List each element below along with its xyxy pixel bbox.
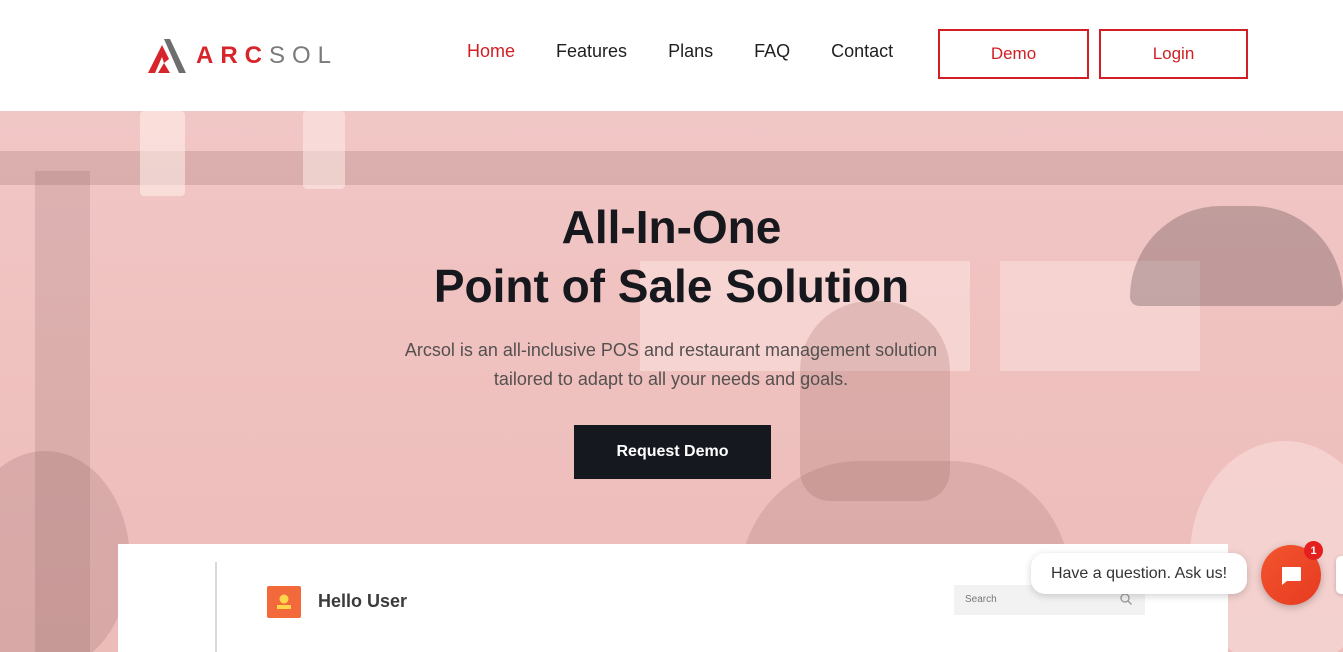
nav-home[interactable]: Home: [467, 41, 515, 62]
hero-title-line2: Point of Sale Solution: [433, 260, 910, 312]
nav-features[interactable]: Features: [556, 41, 627, 62]
login-button[interactable]: Login: [1099, 29, 1248, 79]
user-icon: [267, 586, 301, 618]
side-widget-tab[interactable]: [1336, 556, 1343, 594]
main-nav: Home Features Plans FAQ Contact: [467, 41, 934, 62]
search-icon: [1119, 592, 1133, 611]
brand-wordmark-red: ARC: [196, 42, 269, 69]
chat-prompt-bubble[interactable]: Have a question. Ask us!: [1031, 553, 1247, 594]
brand-wordmark: ARC SOL: [196, 42, 338, 70]
hero-subtitle: Arcsol is an all-inclusive POS and resta…: [321, 336, 1021, 394]
brand-wordmark-gray: SOL: [269, 42, 339, 69]
request-demo-button[interactable]: Request Demo: [574, 425, 771, 479]
chat-icon: [1282, 567, 1301, 585]
preview-sidebar-divider: [215, 562, 217, 652]
preview-search-placeholder: Search: [965, 594, 997, 605]
arcsol-logo-icon: [148, 39, 186, 73]
hero-bg-lamp: [140, 111, 185, 196]
preview-greeting: Hello User: [318, 591, 408, 611]
nav-plans[interactable]: Plans: [668, 41, 713, 62]
brand-logo[interactable]: ARC SOL: [148, 38, 338, 74]
hero-bg-beam: [0, 151, 1343, 185]
site-header: ARC SOL Home Features Plans FAQ Contact …: [0, 0, 1343, 111]
demo-button[interactable]: Demo: [938, 29, 1089, 79]
hero-bg-lamp: [303, 111, 345, 189]
nav-faq[interactable]: FAQ: [754, 41, 790, 62]
chat-notification-badge: 1: [1304, 541, 1323, 560]
hero-bg-blur-left: [0, 451, 130, 652]
nav-contact[interactable]: Contact: [831, 41, 893, 62]
hero-subtitle-line2: tailored to adapt to all your needs and …: [493, 369, 849, 389]
hero-subtitle-line1: Arcsol is an all-inclusive POS and resta…: [404, 340, 938, 360]
hero-title-line1: All-In-One: [561, 201, 782, 253]
